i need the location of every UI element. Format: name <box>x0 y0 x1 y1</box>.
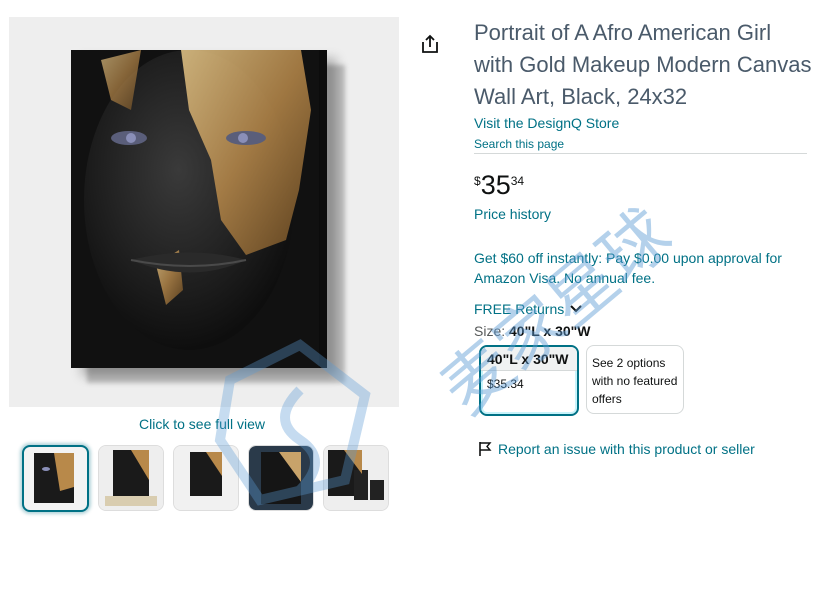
free-returns-link[interactable]: FREE Returns <box>474 301 582 317</box>
price-whole: 35 <box>480 170 511 200</box>
size-option-see-options[interactable]: See 2 options with no featured offers <box>586 345 684 414</box>
chevron-down-icon <box>570 305 582 313</box>
thumbnail-strip <box>22 445 389 512</box>
divider <box>474 153 807 154</box>
thumbnail-5[interactable] <box>323 445 389 511</box>
visit-store-link[interactable]: Visit the DesignQ Store <box>474 115 619 131</box>
visa-promo-link[interactable]: Get $60 off instantly: Pay $0.00 upon ap… <box>474 248 814 288</box>
size-label: Size: <box>474 323 506 339</box>
size-line: Size: 40"L x 30"W <box>474 323 591 339</box>
size-option-selected[interactable]: 40"L x 30"W $35.34 <box>479 345 579 416</box>
click-to-see-full-view-link[interactable]: Click to see full view <box>139 416 265 432</box>
thumbnail-image <box>174 446 238 510</box>
thumbnail-3[interactable] <box>173 445 239 511</box>
share-glyph <box>422 34 438 53</box>
price-history-link[interactable]: Price history <box>474 206 551 222</box>
portrait-art <box>71 50 327 368</box>
thumbnail-image <box>99 446 163 510</box>
canvas-artwork <box>71 50 327 368</box>
report-issue-label: Report an issue with this product or sel… <box>498 441 755 457</box>
price-fraction: 34 <box>510 174 525 188</box>
free-returns-label: FREE Returns <box>474 301 565 317</box>
thumbnail-image <box>324 446 388 510</box>
report-issue-link[interactable]: Report an issue with this product or sel… <box>478 441 755 457</box>
canvas-edge <box>319 50 327 368</box>
price-symbol: $ <box>474 174 481 188</box>
size-option-name: 40"L x 30"W <box>481 347 577 371</box>
product-title-text: Portrait of A Afro American Girl with Go… <box>474 20 812 109</box>
flag-icon <box>479 442 492 456</box>
size-option-price: $35.34 <box>487 377 524 391</box>
search-this-page-link[interactable]: Search this page <box>474 137 564 151</box>
main-product-image[interactable] <box>9 17 399 407</box>
size-value: 40"L x 30"W <box>509 323 591 339</box>
thumbnail-image <box>249 446 313 510</box>
thumbnail-image <box>34 453 74 503</box>
product-title: Portrait of A Afro American Girl with Go… <box>474 17 814 113</box>
thumbnail-2[interactable] <box>98 445 164 511</box>
thumbnail-1[interactable] <box>22 445 89 512</box>
share-icon[interactable] <box>419 33 441 55</box>
thumbnail-4[interactable] <box>248 445 314 511</box>
price: $3534 <box>474 170 524 201</box>
